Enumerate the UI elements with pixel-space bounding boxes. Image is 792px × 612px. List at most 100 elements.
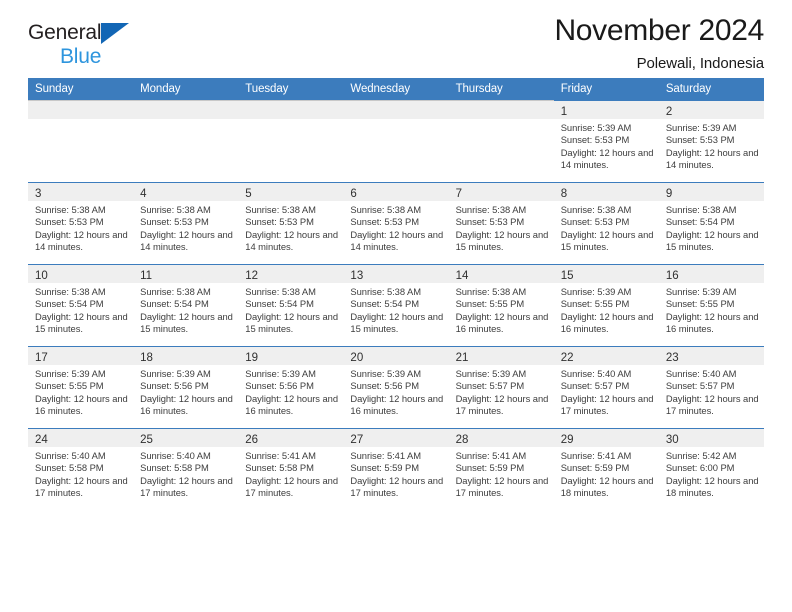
day-number: 23 xyxy=(665,352,679,364)
day-number-strip xyxy=(343,101,449,119)
day-number-strip: 20 xyxy=(343,347,449,365)
day-cell[interactable]: 14 Sunrise: 5:38 AM Sunset: 5:55 PM Dayligh… xyxy=(448,264,554,346)
calendar-cell-day-19[interactable]: 19 Sunrise: 5:39 AM Sunset: 5:56 PM Dayligh… xyxy=(238,346,344,428)
weekday-header-row: Sunday Monday Tuesday Wednesday Thursday Frid… xyxy=(28,78,764,100)
day-number: 11 xyxy=(140,270,153,282)
calendar-cell-day-29[interactable]: 29 Sunrise: 5:41 AM Sunset: 5:59 PM Dayligh… xyxy=(553,428,659,510)
day-cell[interactable]: 18 Sunrise: 5:39 AM Sunset: 5:56 PM Dayligh… xyxy=(133,346,239,428)
calendar-cell-day-21[interactable]: 21 Sunrise: 5:39 AM Sunset: 5:57 PM Dayligh… xyxy=(448,346,554,428)
day-cell[interactable]: 27 Sunrise: 5:41 AM Sunset: 5:59 PM Dayligh… xyxy=(343,428,449,510)
calendar-cell-day-12[interactable]: 12 Sunrise: 5:38 AM Sunset: 5:54 PM Dayligh… xyxy=(238,264,344,346)
day-number-strip: 22 xyxy=(553,347,659,365)
day-cell[interactable]: 25 Sunrise: 5:40 AM Sunset: 5:58 PM Dayligh… xyxy=(133,428,239,510)
day-cell[interactable]: 11 Sunrise: 5:38 AM Sunset: 5:54 PM Dayligh… xyxy=(133,264,239,346)
day-number: 28 xyxy=(455,434,469,446)
day-details: Sunrise: 5:38 AM Sunset: 5:54 PM Daylight:… xyxy=(343,283,448,336)
day-number: 15 xyxy=(560,270,574,282)
calendar-cell-day-28[interactable]: 28 Sunrise: 5:41 AM Sunset: 5:59 PM Dayligh… xyxy=(448,428,554,510)
day-number-strip: 12 xyxy=(238,265,344,283)
sunset-text: Sunset: 5:59 PM xyxy=(455,462,525,474)
calendar-cell-day-10[interactable]: 10 Sunrise: 5:38 AM Sunset: 5:54 PM Dayligh… xyxy=(28,264,134,346)
daylight-text: Daylight: 12 hours and 17 minutes. xyxy=(665,392,759,417)
calendar-cell-day-8[interactable]: 8 Sunrise: 5:38 AM Sunset: 5:53 PM Daylight… xyxy=(553,182,659,264)
day-number-strip: 21 xyxy=(448,347,554,365)
day-cell[interactable]: 9 Sunrise: 5:38 AM Sunset: 5:54 PM Daylight… xyxy=(658,182,764,264)
day-details: Sunrise: 5:42 AM Sunset: 6:00 PM Daylight:… xyxy=(659,447,764,500)
sunrise-text: Sunrise: 5:39 AM xyxy=(665,286,737,297)
day-details: Sunrise: 5:38 AM Sunset: 5:53 PM Daylight:… xyxy=(343,201,448,254)
calendar-cell-day-9[interactable]: 9 Sunrise: 5:38 AM Sunset: 5:54 PM Daylight… xyxy=(658,182,764,264)
sunrise-text: Sunrise: 5:39 AM xyxy=(140,368,211,379)
calendar-cell-day-5[interactable]: 5 Sunrise: 5:38 AM Sunset: 5:53 PM Daylight… xyxy=(238,182,344,264)
weekday-header-monday: Monday xyxy=(133,78,239,100)
day-cell[interactable]: 4 Sunrise: 5:38 AM Sunset: 5:53 PM Daylight… xyxy=(133,182,239,264)
day-cell[interactable]: 15 Sunrise: 5:39 AM Sunset: 5:55 PM Dayligh… xyxy=(553,264,659,346)
day-cell[interactable]: 17 Sunrise: 5:39 AM Sunset: 5:55 PM Dayligh… xyxy=(28,346,134,428)
calendar-cell-day-25[interactable]: 25 Sunrise: 5:40 AM Sunset: 5:58 PM Dayligh… xyxy=(133,428,239,510)
day-number-strip: 15 xyxy=(553,265,659,283)
calendar-cell-day-24[interactable]: 24 Sunrise: 5:40 AM Sunset: 5:58 PM Dayligh… xyxy=(28,428,134,510)
calendar-cell-day-22[interactable]: 22 Sunrise: 5:40 AM Sunset: 5:57 PM Dayligh… xyxy=(553,346,659,428)
sunrise-text: Sunrise: 5:38 AM xyxy=(245,204,316,215)
day-number: 16 xyxy=(665,270,679,282)
calendar-cell-day-17[interactable]: 17 Sunrise: 5:39 AM Sunset: 5:55 PM Dayligh… xyxy=(28,346,134,428)
calendar-cell-day-18[interactable]: 18 Sunrise: 5:39 AM Sunset: 5:56 PM Dayligh… xyxy=(133,346,239,428)
calendar-cell-day-11[interactable]: 11 Sunrise: 5:38 AM Sunset: 5:54 PM Dayligh… xyxy=(133,264,239,346)
calendar-cell-day-27[interactable]: 27 Sunrise: 5:41 AM Sunset: 5:59 PM Dayligh… xyxy=(343,428,449,510)
calendar-cell-day-15[interactable]: 15 Sunrise: 5:39 AM Sunset: 5:55 PM Dayligh… xyxy=(553,264,659,346)
day-cell[interactable]: 20 Sunrise: 5:39 AM Sunset: 5:56 PM Dayligh… xyxy=(343,346,449,428)
calendar-page: General Blue November 2024 Polewali, Ind… xyxy=(0,0,792,612)
calendar-cell-day-6[interactable]: 6 Sunrise: 5:38 AM Sunset: 5:53 PM Daylight… xyxy=(343,182,449,264)
day-number-strip: 5 xyxy=(238,183,344,201)
day-cell[interactable]: 23 Sunrise: 5:40 AM Sunset: 5:57 PM Dayligh… xyxy=(658,346,764,428)
sunset-text: Sunset: 5:53 PM xyxy=(560,134,630,146)
day-number-strip: 19 xyxy=(238,347,344,365)
calendar-cell-day-14[interactable]: 14 Sunrise: 5:38 AM Sunset: 5:55 PM Dayligh… xyxy=(448,264,554,346)
calendar-cell-day-3[interactable]: 3 Sunrise: 5:38 AM Sunset: 5:53 PM Daylight… xyxy=(28,182,134,264)
day-cell[interactable]: 3 Sunrise: 5:38 AM Sunset: 5:53 PM Daylight… xyxy=(28,182,134,264)
calendar-cell-day-4[interactable]: 4 Sunrise: 5:38 AM Sunset: 5:53 PM Daylight… xyxy=(133,182,239,264)
daylight-text: Daylight: 12 hours and 15 minutes. xyxy=(350,310,444,335)
daylight-text: Daylight: 12 hours and 17 minutes. xyxy=(560,392,654,417)
day-cell[interactable]: 13 Sunrise: 5:38 AM Sunset: 5:54 PM Dayligh… xyxy=(343,264,449,346)
day-cell[interactable]: 6 Sunrise: 5:38 AM Sunset: 5:53 PM Daylight… xyxy=(343,182,449,264)
calendar-cell-day-2[interactable]: 2 Sunrise: 5:39 AM Sunset: 5:53 PM Daylight… xyxy=(658,100,764,182)
calendar-cell-day-26[interactable]: 26 Sunrise: 5:41 AM Sunset: 5:58 PM Dayligh… xyxy=(238,428,344,510)
day-details: Sunrise: 5:38 AM Sunset: 5:54 PM Daylight:… xyxy=(28,283,133,336)
day-cell[interactable]: 28 Sunrise: 5:41 AM Sunset: 5:59 PM Dayligh… xyxy=(448,428,554,510)
day-cell[interactable]: 24 Sunrise: 5:40 AM Sunset: 5:58 PM Dayligh… xyxy=(28,428,134,510)
day-details: Sunrise: 5:40 AM Sunset: 5:57 PM Daylight:… xyxy=(554,365,659,418)
day-cell[interactable]: 8 Sunrise: 5:38 AM Sunset: 5:53 PM Daylight… xyxy=(553,182,659,264)
day-cell[interactable]: 7 Sunrise: 5:38 AM Sunset: 5:53 PM Daylight… xyxy=(448,182,554,264)
day-cell[interactable]: 26 Sunrise: 5:41 AM Sunset: 5:58 PM Dayligh… xyxy=(238,428,344,510)
calendar-cell-day-23[interactable]: 23 Sunrise: 5:40 AM Sunset: 5:57 PM Dayligh… xyxy=(658,346,764,428)
weekday-header-sunday: Sunday xyxy=(28,78,134,100)
day-cell[interactable]: 29 Sunrise: 5:41 AM Sunset: 5:59 PM Dayligh… xyxy=(553,428,659,510)
sunset-text: Sunset: 6:00 PM xyxy=(665,462,735,474)
day-number-strip: 4 xyxy=(133,183,239,201)
calendar-cell-day-20[interactable]: 20 Sunrise: 5:39 AM Sunset: 5:56 PM Dayligh… xyxy=(343,346,449,428)
calendar-cell-day-16[interactable]: 16 Sunrise: 5:39 AM Sunset: 5:55 PM Dayligh… xyxy=(658,264,764,346)
calendar-cell-day-13[interactable]: 13 Sunrise: 5:38 AM Sunset: 5:54 PM Dayligh… xyxy=(343,264,449,346)
logo-general-blue[interactable]: General Blue xyxy=(28,0,130,67)
day-cell[interactable]: 12 Sunrise: 5:38 AM Sunset: 5:54 PM Dayligh… xyxy=(238,264,344,346)
day-cell[interactable]: 21 Sunrise: 5:39 AM Sunset: 5:57 PM Dayligh… xyxy=(448,346,554,428)
day-cell[interactable]: 16 Sunrise: 5:39 AM Sunset: 5:55 PM Dayligh… xyxy=(658,264,764,346)
day-cell[interactable]: 22 Sunrise: 5:40 AM Sunset: 5:57 PM Dayligh… xyxy=(553,346,659,428)
daylight-text: Daylight: 12 hours and 16 minutes. xyxy=(665,310,759,335)
sunset-text: Sunset: 5:54 PM xyxy=(140,298,209,310)
day-cell[interactable]: 10 Sunrise: 5:38 AM Sunset: 5:54 PM Dayligh… xyxy=(28,264,134,346)
day-cell[interactable]: 1 Sunrise: 5:39 AM Sunset: 5:53 PM Daylight… xyxy=(553,100,659,182)
day-cell[interactable]: 5 Sunrise: 5:38 AM Sunset: 5:53 PM Daylight… xyxy=(238,182,344,264)
calendar-cell-day-7[interactable]: 7 Sunrise: 5:38 AM Sunset: 5:53 PM Daylight… xyxy=(448,182,554,264)
day-number-strip xyxy=(238,101,344,119)
day-number: 1 xyxy=(560,106,568,118)
day-cell[interactable]: 2 Sunrise: 5:39 AM Sunset: 5:53 PM Daylight… xyxy=(658,100,764,182)
day-number: 10 xyxy=(35,270,48,282)
day-number-strip: 14 xyxy=(448,265,554,283)
day-cell[interactable]: 30 Sunrise: 5:42 AM Sunset: 6:00 PM Dayligh… xyxy=(658,428,764,510)
day-cell[interactable]: 19 Sunrise: 5:39 AM Sunset: 5:56 PM Dayligh… xyxy=(238,346,344,428)
calendar-cell-day-30[interactable]: 30 Sunrise: 5:42 AM Sunset: 6:00 PM Dayligh… xyxy=(658,428,764,510)
daylight-text: Daylight: 12 hours and 18 minutes. xyxy=(560,474,654,499)
calendar-cell-day-1[interactable]: 1 Sunrise: 5:39 AM Sunset: 5:53 PM Daylight… xyxy=(553,100,659,182)
